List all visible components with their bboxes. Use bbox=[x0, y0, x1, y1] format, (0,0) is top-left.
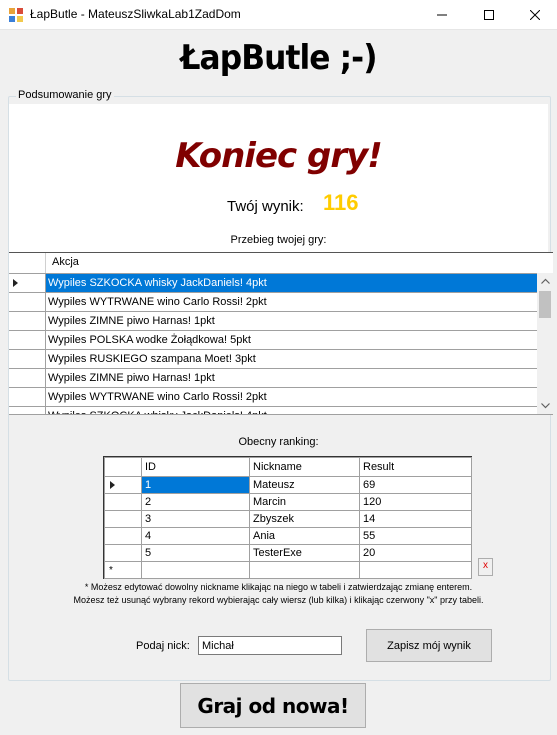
ranking-header-row: ID Nickname Result bbox=[104, 457, 472, 477]
ranking-cell-result[interactable]: 14 bbox=[359, 510, 472, 528]
app-logo-title: ŁapButle ;-) bbox=[180, 38, 377, 78]
ranking-cell-nickname[interactable]: Zbyszek bbox=[249, 510, 360, 528]
score-value: 116 bbox=[323, 190, 359, 215]
ranking-grid[interactable]: ID Nickname Result 1 Mateusz 69 2 Marcin 120 3… bbox=[103, 456, 472, 579]
ranking-cell-result[interactable]: 120 bbox=[359, 493, 472, 511]
row-selector[interactable] bbox=[9, 350, 46, 368]
history-row[interactable]: Wypiles WYTRWANE wino Carlo Rossi! 2pkt bbox=[9, 388, 537, 407]
nick-input[interactable] bbox=[198, 636, 342, 655]
play-again-button[interactable]: Graj od nowa! bbox=[180, 683, 366, 728]
delete-record-button[interactable]: x bbox=[478, 558, 493, 576]
history-row[interactable]: Wypiles POLSKA wodke Żołądkowa! 5pkt bbox=[9, 331, 537, 350]
ranking-corner[interactable] bbox=[104, 457, 142, 477]
history-action-cell[interactable]: Wypiles WYTRWANE wino Carlo Rossi! 2pkt bbox=[46, 388, 537, 406]
ranking-body: 1 Mateusz 69 2 Marcin 120 3 Zbyszek 14 4 Ania 55 5 Te… bbox=[104, 476, 472, 579]
ranking-cell-id[interactable]: 1 bbox=[141, 476, 250, 494]
ranking-new-row[interactable]: * bbox=[104, 561, 472, 579]
history-row[interactable]: Wypiles SZKOCKA whisky JackDaniels! 4pkt bbox=[9, 407, 537, 414]
history-rows: Wypiles SZKOCKA whisky JackDaniels! 4pkt… bbox=[9, 274, 537, 414]
ranking-cell-result[interactable]: 69 bbox=[359, 476, 472, 494]
ranking-note-1: * Możesz edytować dowolny nickname klika… bbox=[84, 582, 473, 592]
summary-group-title: Podsumowanie gry bbox=[16, 89, 114, 101]
history-grid-header: Akcja bbox=[9, 253, 537, 274]
ranking-row[interactable]: 5 TesterExe 20 bbox=[104, 544, 472, 562]
ranking-row[interactable]: 2 Marcin 120 bbox=[104, 493, 472, 511]
ranking-cell-id[interactable]: 4 bbox=[141, 527, 250, 545]
ranking-cell-nickname[interactable]: Ania bbox=[249, 527, 360, 545]
ranking-cell-result[interactable]: 55 bbox=[359, 527, 472, 545]
close-icon bbox=[530, 9, 540, 20]
ranking-cell-nickname[interactable]: Marcin bbox=[249, 493, 360, 511]
ranking-new-cell[interactable] bbox=[359, 561, 472, 579]
history-row[interactable]: Wypiles RUSKIEGO szampana Moet! 3pkt bbox=[9, 350, 537, 369]
row-selector[interactable] bbox=[9, 407, 46, 414]
history-column-header[interactable]: Akcja bbox=[46, 256, 79, 268]
ranking-new-cell[interactable] bbox=[249, 561, 360, 579]
chevron-down-icon bbox=[540, 403, 550, 409]
ranking-row[interactable]: 4 Ania 55 bbox=[104, 527, 472, 545]
history-scrollbar[interactable] bbox=[537, 273, 553, 414]
row-selector[interactable] bbox=[9, 293, 46, 311]
row-selector[interactable] bbox=[9, 369, 46, 387]
ranking-row[interactable]: 1 Mateusz 69 bbox=[104, 476, 472, 494]
history-action-cell[interactable]: Wypiles ZIMNE piwo Harnas! 1pkt bbox=[46, 312, 537, 330]
history-row[interactable]: Wypiles ZIMNE piwo Harnas! 1pkt bbox=[9, 369, 537, 388]
ranking-cell-nickname[interactable]: Mateusz bbox=[249, 476, 360, 494]
ranking-note-2: Możesz też usunąć wybrany rekord wybiera… bbox=[73, 595, 484, 605]
ranking-cell-id[interactable]: 2 bbox=[141, 493, 250, 511]
current-row-arrow-icon bbox=[110, 481, 115, 489]
history-row[interactable]: Wypiles SZKOCKA whisky JackDaniels! 4pkt bbox=[9, 274, 537, 293]
scroll-down-button[interactable] bbox=[537, 398, 553, 414]
row-header-corner[interactable] bbox=[9, 253, 46, 273]
ranking-cell-nickname[interactable]: TesterExe bbox=[249, 544, 360, 562]
ranking-label: Obecny ranking: bbox=[238, 436, 319, 448]
history-action-cell[interactable]: Wypiles WYTRWANE wino Carlo Rossi! 2pkt bbox=[46, 293, 537, 311]
history-action-cell[interactable]: Wypiles RUSKIEGO szampana Moet! 3pkt bbox=[46, 350, 537, 368]
history-row[interactable]: Wypiles ZIMNE piwo Harnas! 1pkt bbox=[9, 312, 537, 331]
app-icon bbox=[9, 8, 23, 22]
history-action-cell[interactable]: Wypiles POLSKA wodke Żołądkowa! 5pkt bbox=[46, 331, 537, 349]
history-row[interactable]: Wypiles WYTRWANE wino Carlo Rossi! 2pkt bbox=[9, 293, 537, 312]
scroll-thumb[interactable] bbox=[539, 291, 551, 318]
close-button[interactable] bbox=[512, 0, 557, 29]
minimize-button[interactable] bbox=[419, 0, 465, 29]
ranking-table: ID Nickname Result 1 Mateusz 69 2 Marcin 120 3… bbox=[104, 457, 472, 579]
history-action-cell[interactable]: Wypiles SZKOCKA whisky JackDaniels! 4pkt bbox=[46, 407, 537, 414]
row-selector[interactable] bbox=[9, 331, 46, 349]
ranking-new-cell[interactable] bbox=[141, 561, 250, 579]
ranking-row-selector[interactable] bbox=[104, 544, 142, 562]
current-row-arrow-icon bbox=[13, 279, 18, 287]
minimize-icon bbox=[437, 14, 447, 15]
history-action-cell[interactable]: Wypiles SZKOCKA whisky JackDaniels! 4pkt bbox=[46, 274, 537, 292]
ranking-header-id[interactable]: ID bbox=[141, 457, 250, 477]
ranking-row-selector[interactable] bbox=[104, 510, 142, 528]
history-grid[interactable]: Akcja Wypiles SZKOCKA whisky JackDaniels… bbox=[9, 252, 553, 415]
ranking-cell-result[interactable]: 20 bbox=[359, 544, 472, 562]
nick-label: Podaj nick: bbox=[136, 640, 190, 652]
ranking-header-result[interactable]: Result bbox=[359, 457, 472, 477]
ranking-row-selector[interactable] bbox=[104, 476, 142, 494]
row-selector[interactable] bbox=[9, 312, 46, 330]
ranking-cell-id[interactable]: 3 bbox=[141, 510, 250, 528]
scroll-up-button[interactable] bbox=[537, 273, 553, 289]
maximize-icon bbox=[484, 9, 494, 20]
game-over-heading: Koniec gry! bbox=[175, 136, 383, 176]
history-label: Przebieg twojej gry: bbox=[230, 234, 327, 246]
ranking-cell-id[interactable]: 5 bbox=[141, 544, 250, 562]
row-selector[interactable] bbox=[9, 388, 46, 406]
maximize-button[interactable] bbox=[466, 0, 512, 29]
chevron-up-icon bbox=[540, 278, 550, 284]
ranking-header-nickname[interactable]: Nickname bbox=[249, 457, 360, 477]
row-selector[interactable] bbox=[9, 274, 46, 292]
ranking-row[interactable]: 3 Zbyszek 14 bbox=[104, 510, 472, 528]
score-label: Twój wynik: bbox=[227, 198, 304, 215]
new-row-marker[interactable]: * bbox=[104, 561, 142, 579]
save-score-button[interactable]: Zapisz mój wynik bbox=[366, 629, 492, 662]
title-bar: ŁapButle - MateuszSliwkaLab1ZadDom bbox=[0, 0, 557, 30]
history-action-cell[interactable]: Wypiles ZIMNE piwo Harnas! 1pkt bbox=[46, 369, 537, 387]
ranking-row-selector[interactable] bbox=[104, 493, 142, 511]
window-title: ŁapButle - MateuszSliwkaLab1ZadDom bbox=[30, 7, 241, 21]
ranking-row-selector[interactable] bbox=[104, 527, 142, 545]
